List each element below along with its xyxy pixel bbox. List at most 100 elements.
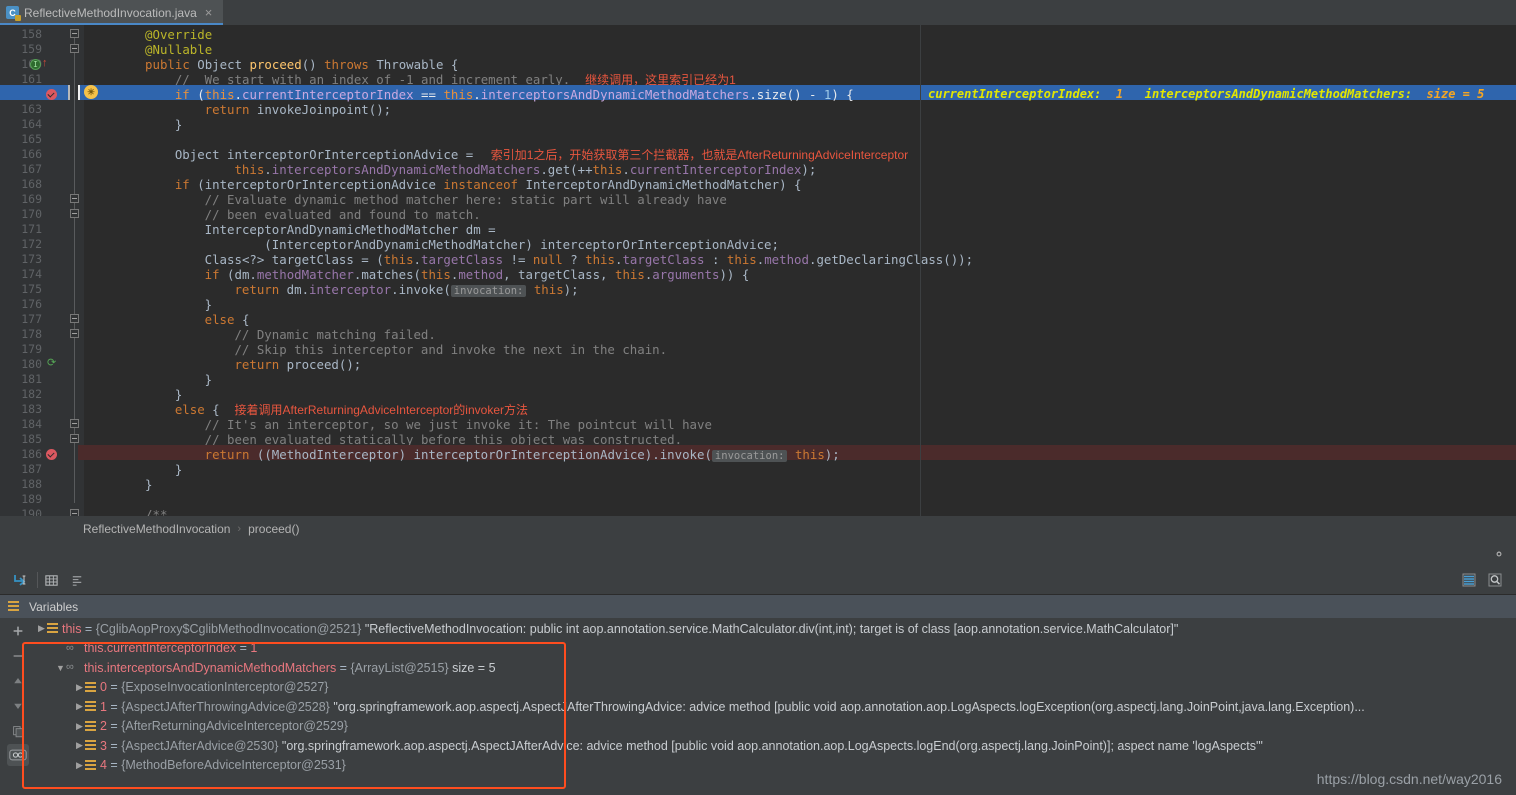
code-line[interactable]: } bbox=[175, 462, 182, 477]
variable-ref: {ExposeInvocationInterceptor@2527} bbox=[121, 680, 329, 694]
evaluate-expression-icon[interactable] bbox=[9, 569, 31, 591]
run-method-icon[interactable]: I bbox=[30, 59, 41, 70]
right-margin-guide bbox=[920, 25, 921, 516]
chevron-right-icon: › bbox=[237, 523, 242, 535]
code-line[interactable]: } bbox=[175, 117, 182, 132]
code-line[interactable]: (InterceptorAndDynamicMethodMatcher) int… bbox=[264, 237, 779, 252]
table-view-icon[interactable] bbox=[40, 569, 62, 591]
line-number: 178 bbox=[21, 327, 42, 341]
object-icon bbox=[85, 759, 96, 771]
recursive-call-icon[interactable]: ⟳ bbox=[47, 358, 56, 369]
variable-text: this.currentInterceptorIndex = 1 bbox=[84, 641, 258, 655]
variable-row[interactable]: ▶ 4 = {MethodBeforeAdviceInterceptor@2531… bbox=[74, 756, 346, 775]
intention-bulb-icon[interactable]: ☀ bbox=[84, 85, 98, 99]
variable-row[interactable]: ▼ ∞ this.interceptorsAndDynamicMethodMatch… bbox=[55, 658, 496, 677]
variable-text: 1 = {AspectJAfterThrowingAdvice@2528} "o… bbox=[100, 699, 1365, 714]
breakpoint-icon[interactable] bbox=[46, 449, 57, 460]
variable-ref: {CglibAopProxy$CglibMethodInvocation@252… bbox=[95, 621, 362, 636]
inline-debugger-values: currentInterceptorIndex: 1 interceptorsA… bbox=[928, 87, 1485, 101]
code-line[interactable]: return ((MethodInterceptor) interceptorO… bbox=[205, 447, 840, 464]
code-line[interactable]: /** bbox=[145, 507, 167, 516]
java-class-icon: C bbox=[6, 6, 21, 21]
editor-gutter[interactable]: 1581591601611621631641651661671681691701… bbox=[0, 25, 78, 516]
code-line[interactable]: else { bbox=[205, 312, 250, 327]
move-down-button[interactable] bbox=[7, 695, 29, 717]
code-line[interactable]: if (interceptorOrInterceptionAdvice inst… bbox=[175, 177, 802, 192]
variable-ref: {AspectJAfterAdvice@2530} bbox=[121, 738, 279, 753]
sort-values-icon[interactable] bbox=[66, 569, 88, 591]
code-line[interactable]: // Skip this interceptor and invoke the … bbox=[234, 342, 667, 357]
line-number: 161 bbox=[21, 72, 42, 86]
code-line[interactable]: return proceed(); bbox=[234, 357, 361, 372]
variables-tree[interactable]: ▶ this = {CglibAopProxy$CglibMethodInvoca… bbox=[36, 618, 1516, 795]
code-line[interactable]: // Dynamic matching failed. bbox=[234, 327, 435, 342]
toolbar-separator bbox=[37, 572, 38, 588]
debugger-toolbar[interactable] bbox=[0, 566, 1516, 595]
add-watch-button[interactable] bbox=[7, 620, 29, 642]
code-line[interactable]: // Evaluate dynamic method matcher here:… bbox=[205, 192, 727, 207]
copy-button[interactable] bbox=[7, 720, 29, 742]
code-line[interactable]: else { 接着调用AfterReturningAdviceIntercept… bbox=[175, 402, 528, 418]
code-content[interactable]: @Override @Nullable public Object proceed(… bbox=[78, 25, 1516, 516]
code-line[interactable]: @Override bbox=[145, 27, 212, 42]
variable-text: this = {CglibAopProxy$CglibMethodInvocat… bbox=[62, 621, 1179, 636]
code-line[interactable]: if (dm.methodMatcher.matches(this.method… bbox=[205, 267, 750, 282]
code-line[interactable]: } bbox=[175, 387, 182, 402]
parameter-hint: invocation: bbox=[711, 450, 788, 462]
variable-string: "org.springframework.aop.aspectj.AspectJ… bbox=[329, 699, 1365, 714]
variable-row[interactable]: ▶ 2 = {AfterReturningAdviceInterceptor@25… bbox=[74, 717, 348, 736]
editor-tab-reflectivemethodinvocation[interactable]: C ReflectiveMethodInvocation.java × bbox=[0, 0, 223, 25]
code-line[interactable]: @Nullable bbox=[145, 42, 212, 57]
variable-row[interactable]: ▶ 1 = {AspectJAfterThrowingAdvice@2528} "… bbox=[74, 697, 1365, 716]
expand-arrow-icon[interactable]: ▶ bbox=[36, 623, 47, 634]
variable-name: 1 bbox=[100, 699, 107, 714]
code-line[interactable]: // been evaluated and found to match. bbox=[205, 207, 481, 222]
code-line[interactable]: this.interceptorsAndDynamicMethodMatcher… bbox=[234, 162, 816, 177]
gear-icon[interactable] bbox=[1492, 547, 1506, 563]
expand-arrow-icon[interactable]: ▶ bbox=[74, 740, 85, 751]
line-number: 177 bbox=[21, 312, 42, 326]
variables-scrollbar[interactable] bbox=[1508, 618, 1516, 795]
variable-row[interactable]: ▶ 0 = {ExposeInvocationInterceptor@2527} bbox=[74, 678, 328, 697]
code-line[interactable]: // It's an interceptor, so we just invok… bbox=[205, 417, 712, 432]
code-line[interactable]: return invokeJoinpoint(); bbox=[205, 102, 392, 117]
object-icon bbox=[85, 740, 96, 751]
code-line[interactable]: } bbox=[205, 372, 212, 387]
line-number: 159 bbox=[21, 42, 42, 56]
code-line[interactable]: } bbox=[205, 297, 212, 312]
collapse-arrow-icon[interactable]: ▼ bbox=[55, 663, 66, 673]
variable-text: 3 = {AspectJAfterAdvice@2530} "org.sprin… bbox=[100, 738, 1263, 753]
breadcrumb-class[interactable]: ReflectiveMethodInvocation bbox=[83, 522, 230, 536]
breakpoint-icon[interactable] bbox=[46, 89, 57, 100]
code-line[interactable]: } bbox=[145, 477, 152, 492]
line-number: 189 bbox=[21, 492, 42, 506]
breadcrumb-method[interactable]: proceed() bbox=[248, 522, 299, 536]
code-editor[interactable]: 1581591601611621631641651661671681691701… bbox=[0, 25, 1516, 516]
code-line[interactable]: InterceptorAndDynamicMethodMatcher dm = bbox=[205, 222, 496, 237]
variables-tab-header[interactable]: Variables bbox=[0, 594, 1516, 618]
variable-string: "org.springframework.aop.aspectj.AspectJ… bbox=[278, 738, 1263, 753]
expand-arrow-icon[interactable]: ▶ bbox=[74, 721, 85, 732]
variable-row[interactable]: ∞ this.currentInterceptorIndex = 1 bbox=[55, 639, 257, 658]
override-marker-icon[interactable]: ↑ bbox=[42, 58, 48, 69]
watches-toggle-button[interactable] bbox=[7, 744, 29, 766]
variable-size: size = 5 bbox=[448, 660, 496, 675]
expand-arrow-icon[interactable]: ▶ bbox=[74, 682, 85, 693]
object-icon bbox=[47, 623, 58, 634]
code-line[interactable]: Object interceptorOrInterceptionAdvice =… bbox=[175, 147, 908, 163]
variable-name: this bbox=[62, 621, 82, 636]
inspect-icon[interactable] bbox=[1484, 569, 1506, 591]
code-line[interactable]: return dm.interceptor.invoke(invocation:… bbox=[234, 282, 579, 299]
variable-row[interactable]: ▶ 3 = {AspectJAfterAdvice@2530} "org.spri… bbox=[74, 736, 1263, 755]
layout-settings-icon[interactable] bbox=[1458, 569, 1480, 591]
close-icon[interactable]: × bbox=[202, 6, 213, 19]
remove-watch-button[interactable] bbox=[7, 645, 29, 667]
expand-arrow-icon[interactable]: ▶ bbox=[74, 760, 85, 771]
move-up-button[interactable] bbox=[7, 670, 29, 692]
variable-row[interactable]: ▶ this = {CglibAopProxy$CglibMethodInvoca… bbox=[36, 619, 1178, 638]
code-line[interactable]: Class<?> targetClass = (this.targetClass… bbox=[205, 252, 973, 267]
watches-toolbar[interactable] bbox=[0, 618, 36, 795]
variable-text: 2 = {AfterReturningAdviceInterceptor@252… bbox=[100, 719, 348, 733]
code-line[interactable]: public Object proceed() throws Throwable… bbox=[145, 57, 458, 72]
expand-arrow-icon[interactable]: ▶ bbox=[74, 701, 85, 712]
